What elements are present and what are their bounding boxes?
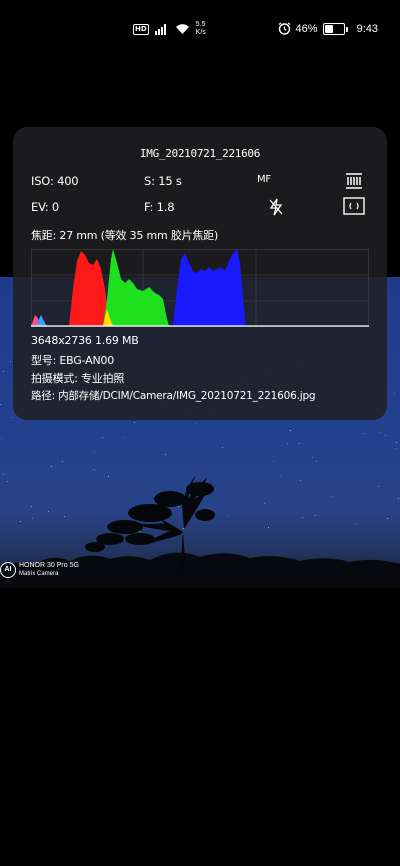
ai-logo: AI xyxy=(0,561,16,578)
status-left: HD 5.5 K/s xyxy=(133,20,206,38)
watermark-text: HONOR 30 Pro 5G Matrix Camera xyxy=(19,561,79,578)
metering-icon xyxy=(343,196,365,216)
shutter-value: S: 15 s xyxy=(144,174,182,188)
shooting-mode: 拍摄模式: 专业拍照 xyxy=(31,372,125,385)
flash-off-icon xyxy=(266,197,286,217)
file-name: IMG_20210721_221606 xyxy=(139,147,261,160)
network-speed: 5.5 K/s xyxy=(196,21,206,37)
status-right: 46% 9:43 xyxy=(278,20,378,38)
focal-length: 焦距: 27 mm (等效 35 mm 胶片焦距) xyxy=(31,229,219,242)
clock: 9:43 xyxy=(356,23,378,35)
battery-tip xyxy=(345,26,348,32)
battery-percent: 46% xyxy=(295,23,318,35)
file-path: 路径: 内部存储/DCIM/Camera/IMG_20210721_221606… xyxy=(31,390,316,402)
histogram-green xyxy=(103,249,169,326)
speed-value: 5.5 xyxy=(195,21,206,28)
battery-fill xyxy=(324,25,333,33)
camera-watermark: AI HONOR 30 Pro 5G Matrix Camera xyxy=(0,561,79,578)
resolution-size: 3648x2736 1.69 MB xyxy=(31,334,139,347)
focus-mode: MF xyxy=(257,174,271,185)
model: 型号: EBG-AN00 xyxy=(31,354,115,367)
histogram xyxy=(31,249,369,327)
wifi-icon xyxy=(175,20,190,39)
alarm-icon xyxy=(278,20,291,39)
iso-value: ISO: 400 xyxy=(31,174,79,188)
watermark-camera: Matrix Camera xyxy=(19,571,59,577)
battery-icon xyxy=(322,23,345,35)
aperture-value: F: 1.8 xyxy=(144,200,175,214)
hd-badge: HD xyxy=(133,23,149,35)
white-balance-icon xyxy=(343,170,365,192)
watermark-model: HONOR 30 Pro 5G xyxy=(19,562,79,569)
status-bar: HD 5.5 K/s 46% 9:43 xyxy=(0,0,400,58)
cell-signal-icon xyxy=(154,20,169,39)
histogram-blue xyxy=(173,249,246,326)
photo-details-card: IMG_20210721_221606 ISO: 400 S: 15 s MF … xyxy=(13,127,387,420)
ev-value: EV: 0 xyxy=(31,200,60,214)
speed-unit: K/s xyxy=(195,29,206,36)
